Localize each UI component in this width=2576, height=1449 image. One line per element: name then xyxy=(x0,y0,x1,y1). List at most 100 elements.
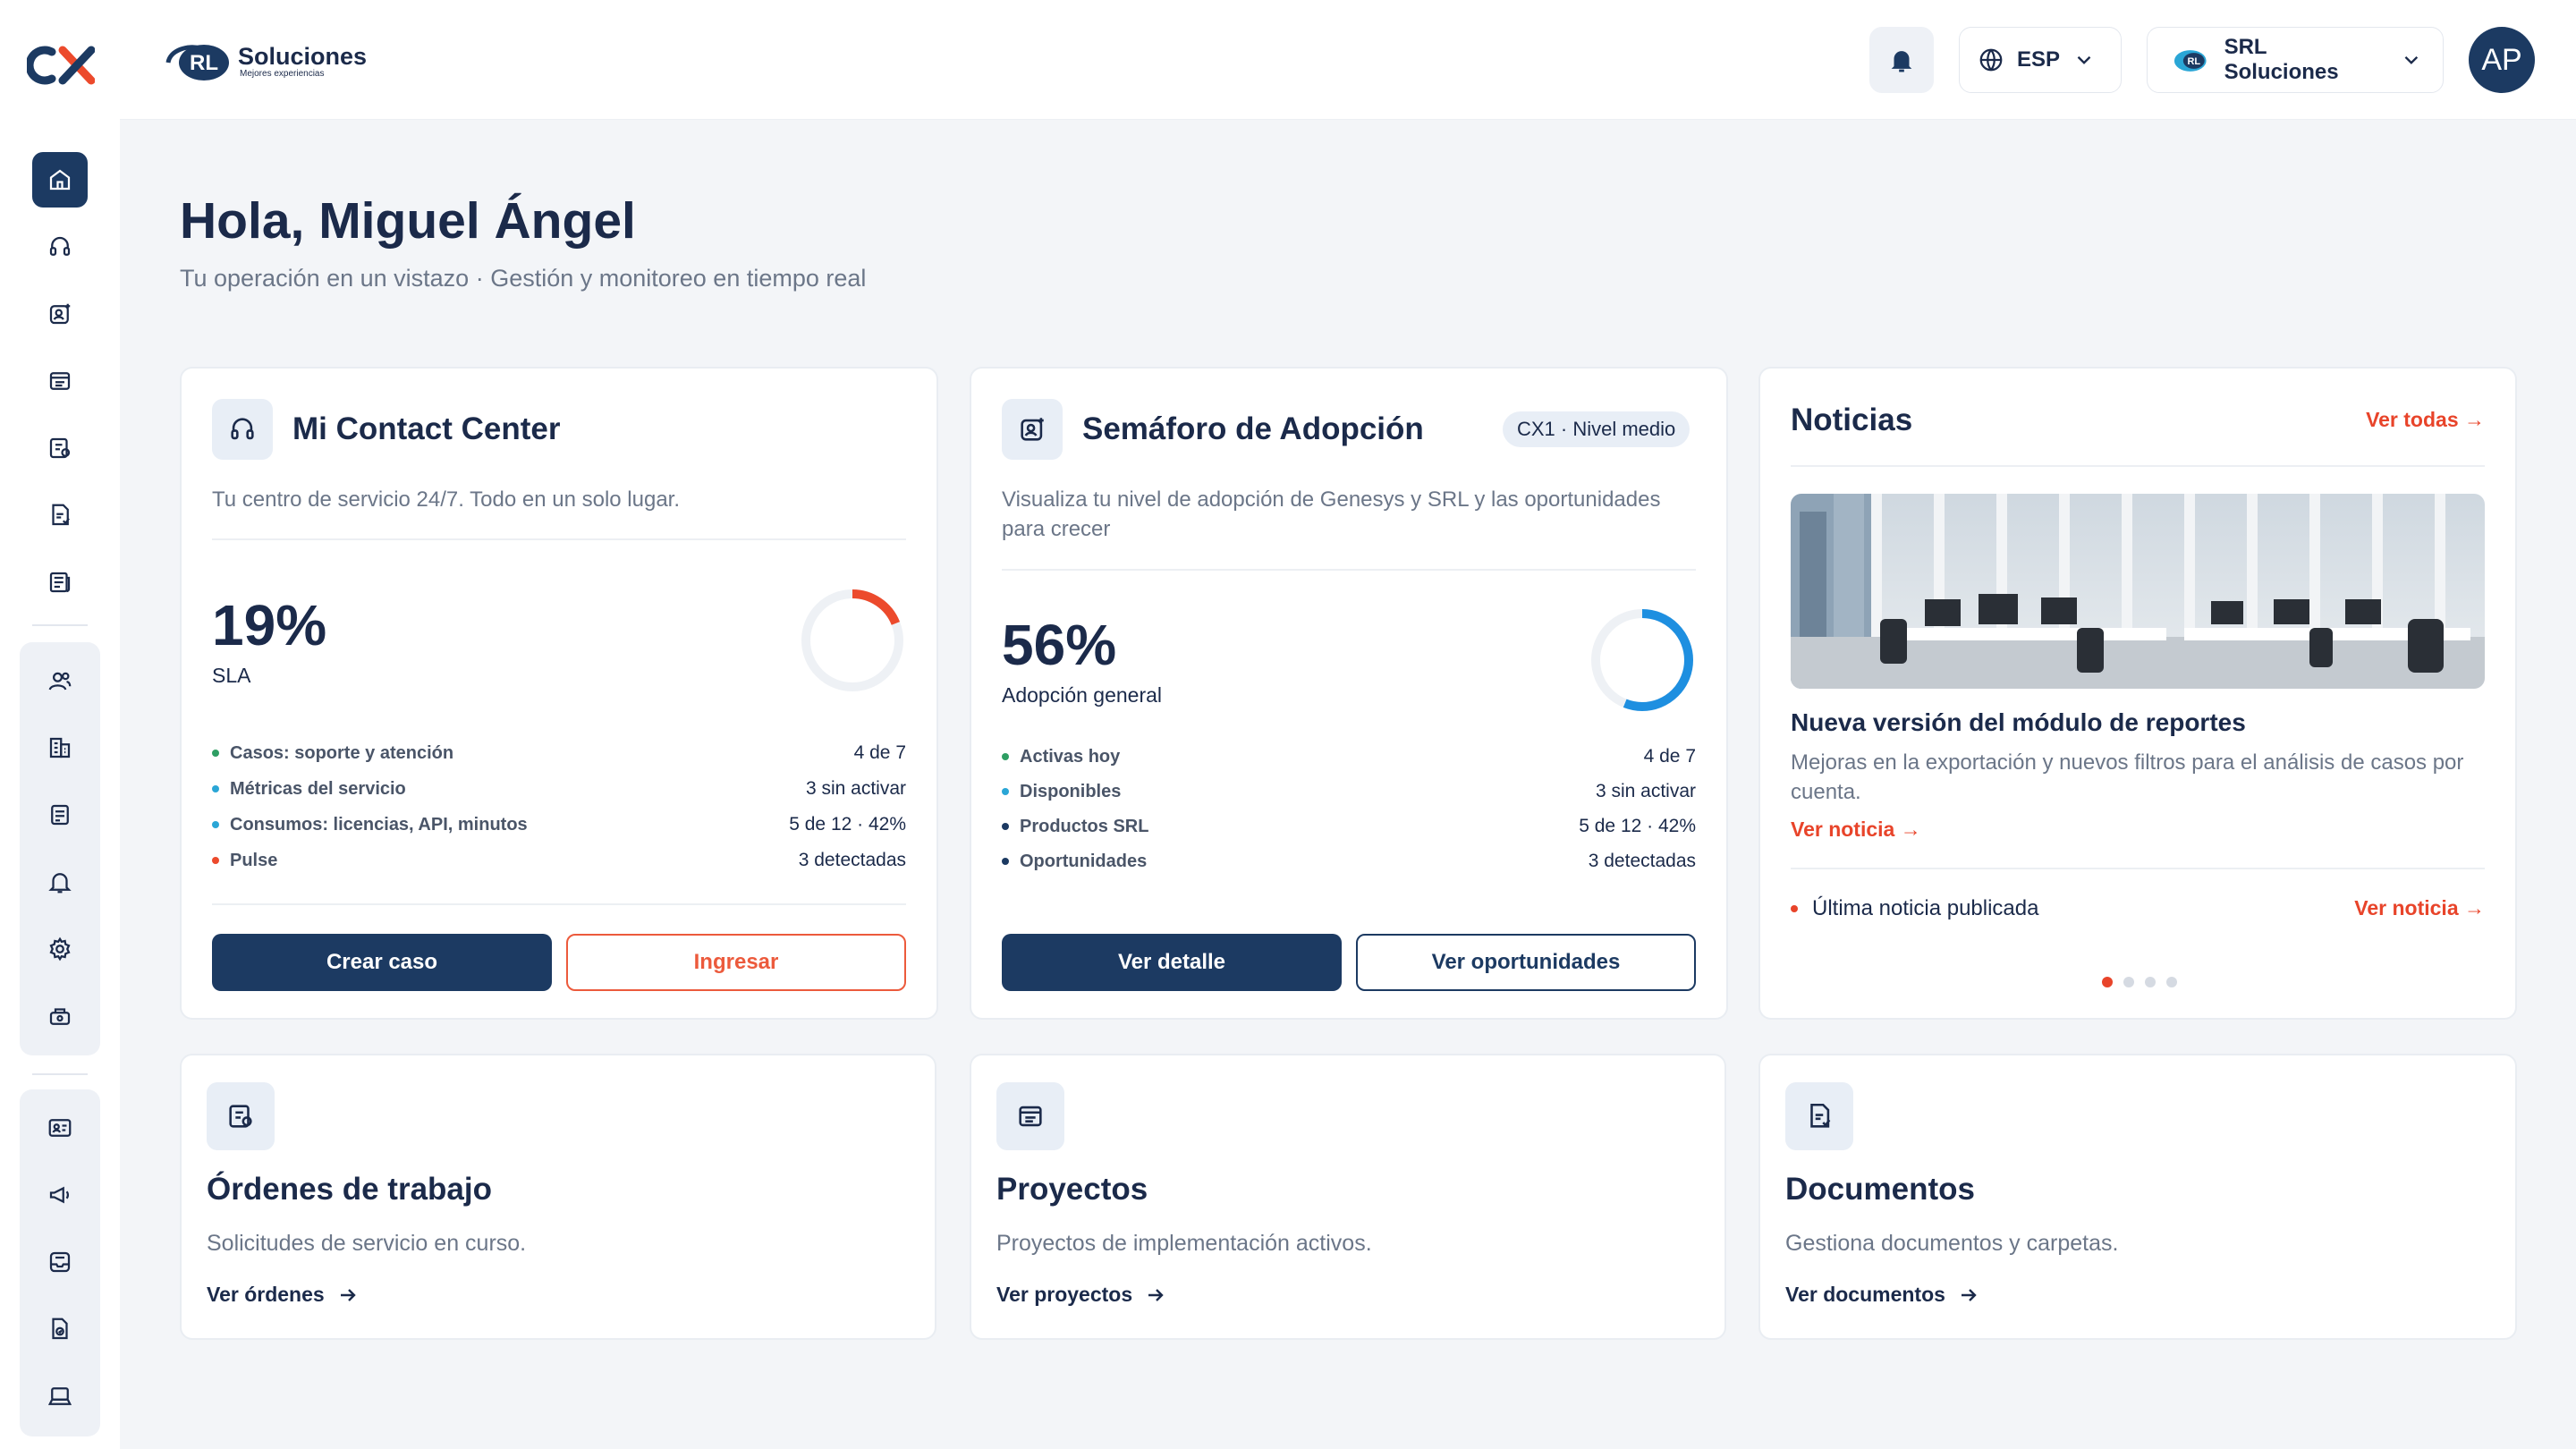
srl-logo-mark: RL xyxy=(165,45,229,80)
laptop-icon[interactable] xyxy=(32,1368,88,1424)
level-badge: CX1 · Nivel medio xyxy=(1503,411,1690,447)
home-icon[interactable] xyxy=(32,152,88,208)
chevron-down-icon xyxy=(2077,55,2091,64)
bullet-dot xyxy=(1791,905,1798,912)
srl-brand-logo[interactable]: RL Soluciones Mejores experiencias xyxy=(161,34,367,88)
sidebar-divider xyxy=(32,624,88,626)
svg-text:RL: RL xyxy=(2187,56,2200,67)
metric-label: Casos: soporte y atención xyxy=(212,743,453,764)
link-label: Ver proyectos xyxy=(996,1283,1133,1306)
contact-center-card: Mi Contact Center Tu centro de servicio … xyxy=(180,367,938,1020)
report-icon[interactable] xyxy=(32,787,88,843)
card-description: Gestiona documentos y carpetas. xyxy=(1785,1231,2119,1256)
pager-dot[interactable] xyxy=(2123,977,2134,987)
organization-label: SRL Soluciones xyxy=(2224,35,2339,84)
enter-button[interactable]: Ingresar xyxy=(566,934,906,991)
pager-dot[interactable] xyxy=(2145,977,2156,987)
metric-row: Productos SRL 5 de 12 · 42% xyxy=(1002,809,1696,844)
metric-label-text: Pulse xyxy=(230,850,278,870)
metric-label: Métricas del servicio xyxy=(212,779,406,800)
see-all-news-link[interactable]: Ver todas → xyxy=(2366,408,2485,432)
news-section-title: Noticias xyxy=(1791,402,1913,437)
bell-icon xyxy=(1891,51,1912,72)
card-description: Visualiza tu nivel de adopción de Genesy… xyxy=(1002,487,1661,541)
user-avatar[interactable]: AP xyxy=(2469,27,2535,93)
view-orders-link[interactable]: Ver órdenes xyxy=(207,1283,359,1307)
divider xyxy=(1791,465,2485,467)
metric-value: 4 de 7 xyxy=(853,742,906,763)
language-selector[interactable]: ESP xyxy=(1959,27,2122,93)
adoption-gauge xyxy=(1591,609,1693,711)
create-case-button[interactable]: Crear caso xyxy=(212,934,552,991)
work-orders-icon[interactable] xyxy=(32,420,88,476)
news-image[interactable] xyxy=(1791,494,2485,689)
view-opportunities-button[interactable]: Ver oportunidades xyxy=(1356,934,1696,991)
metric-label: Oportunidades xyxy=(1002,852,1147,872)
status-dot xyxy=(1002,858,1009,865)
news-icon[interactable] xyxy=(32,555,88,610)
read-news-link[interactable]: Ver noticia → xyxy=(1791,818,1921,842)
company-icon[interactable] xyxy=(32,720,88,775)
status-dot xyxy=(1002,788,1009,795)
sidebar xyxy=(0,0,120,1449)
adoption-label: Adopción general xyxy=(1002,683,1163,707)
divider xyxy=(1791,868,2485,869)
metric-value: 4 de 7 xyxy=(1643,746,1696,767)
work-orders-icon xyxy=(207,1082,275,1150)
projects-icon[interactable] xyxy=(32,353,88,409)
chevron-down-icon xyxy=(2404,55,2419,64)
card-title: Semáforo de Adopción xyxy=(1082,411,1424,446)
metric-label-text: Consumos: licencias, API, minutos xyxy=(230,814,528,835)
metric-label: Productos SRL xyxy=(1002,817,1148,837)
bell-icon[interactable] xyxy=(32,854,88,910)
cx-logo[interactable] xyxy=(27,45,95,86)
metric-label: Pulse xyxy=(212,851,277,871)
news-summary: Mejoras en la exportación y nuevos filtr… xyxy=(1791,750,2464,804)
view-projects-link[interactable]: Ver proyectos xyxy=(996,1283,1166,1307)
metric-row: Activas hoy 4 de 7 xyxy=(1002,739,1696,775)
view-detail-button[interactable]: Ver detalle xyxy=(1002,934,1342,991)
users-icon[interactable] xyxy=(32,653,88,708)
integrations-icon[interactable] xyxy=(32,988,88,1044)
latest-news-link[interactable]: Ver noticia → xyxy=(2354,896,2485,920)
status-dot xyxy=(212,857,219,864)
metric-row: Métricas del servicio 3 sin activar xyxy=(212,771,906,807)
settings-icon[interactable] xyxy=(32,921,88,977)
metric-label: Activas hoy xyxy=(1002,747,1120,767)
latest-news-label: Última noticia publicada xyxy=(1812,896,2039,920)
top-header: RL Soluciones Mejores experiencias ESP R… xyxy=(120,0,2576,120)
megaphone-icon[interactable] xyxy=(32,1167,88,1223)
arrow-right-icon xyxy=(340,1288,356,1301)
card-title: Órdenes de trabajo xyxy=(207,1172,492,1207)
notifications-button[interactable] xyxy=(1869,27,1934,93)
metric-label: Disponibles xyxy=(1002,782,1121,802)
org-logo-icon: RL xyxy=(2174,50,2207,72)
metric-label-text: Métricas del servicio xyxy=(230,778,406,799)
pager-dot[interactable] xyxy=(2102,977,2113,987)
view-documents-link[interactable]: Ver documentos xyxy=(1785,1283,1979,1307)
contact-card-icon[interactable] xyxy=(32,1100,88,1156)
arrow-right-icon xyxy=(1148,1288,1164,1301)
globe-icon xyxy=(1979,48,2003,72)
brand-name: Soluciones xyxy=(238,42,368,70)
organization-selector[interactable]: RL SRL Soluciones xyxy=(2147,27,2444,93)
metric-label-text: Disponibles xyxy=(1020,781,1122,801)
metric-row: Pulse 3 detectadas xyxy=(212,843,906,878)
headset-icon[interactable] xyxy=(32,219,88,275)
status-dot xyxy=(1002,823,1009,830)
adoption-card: Semáforo de Adopción CX1 · Nivel medio V… xyxy=(970,367,1728,1020)
status-dot xyxy=(212,750,219,757)
adoption-icon[interactable] xyxy=(32,286,88,342)
file-check-icon[interactable] xyxy=(32,1301,88,1357)
pager-dot[interactable] xyxy=(2166,977,2177,987)
projects-icon xyxy=(996,1082,1064,1150)
news-headline[interactable]: Nueva versión del módulo de reportes xyxy=(1791,708,2246,737)
documents-icon[interactable] xyxy=(32,487,88,543)
inbox-icon[interactable] xyxy=(32,1234,88,1290)
documents-icon xyxy=(1785,1082,1853,1150)
brand-tagline: Mejores experiencias xyxy=(240,68,325,79)
status-dot xyxy=(1002,753,1009,760)
metric-value: 5 de 12 · 42% xyxy=(789,814,906,835)
divider xyxy=(212,538,906,540)
language-label: ESP xyxy=(2017,47,2061,72)
